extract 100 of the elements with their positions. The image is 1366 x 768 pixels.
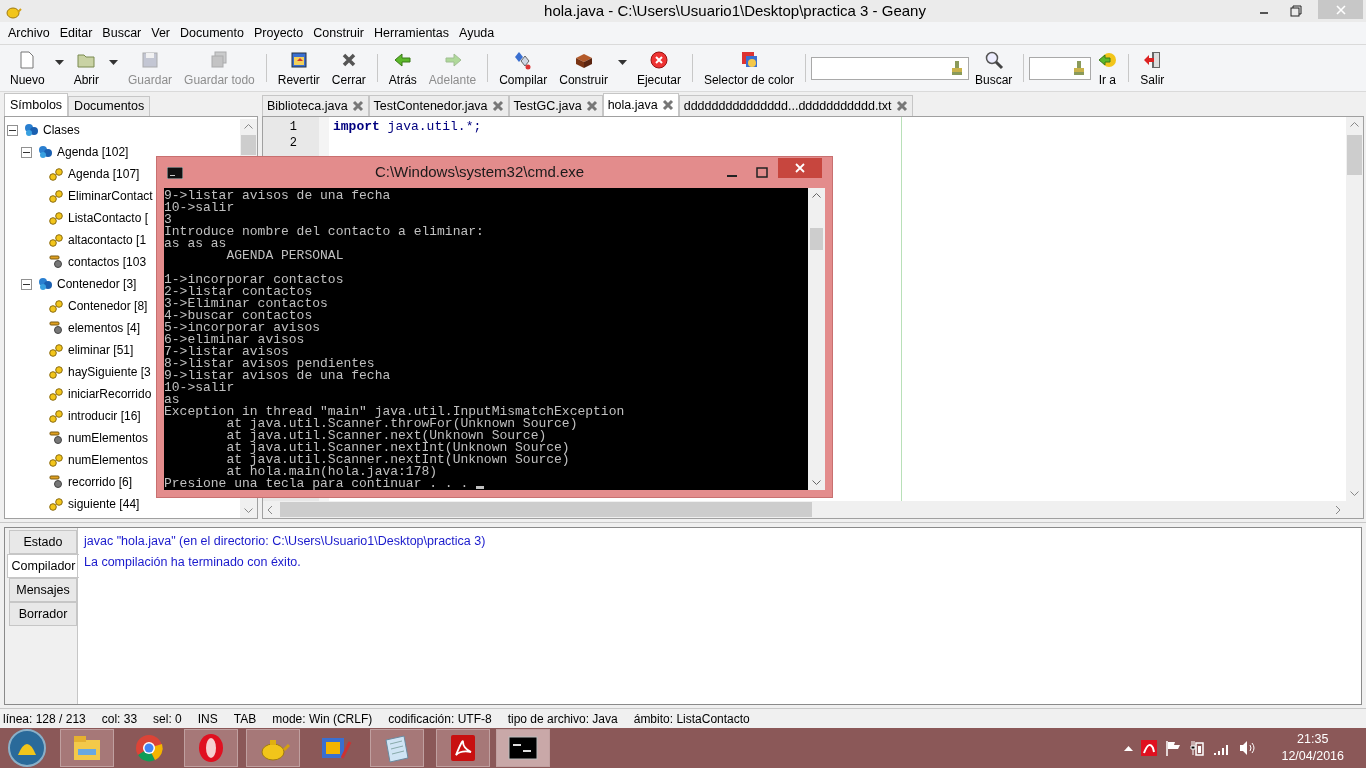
scrollbar-thumb[interactable]: [241, 135, 256, 155]
toolbar-button[interactable]: Selector de color: [697, 46, 800, 90]
umbrella-logo-icon[interactable]: [1141, 740, 1158, 756]
expander-icon[interactable]: [21, 146, 32, 158]
editor-tab[interactable]: TestContenedor.java: [368, 95, 509, 116]
scrollbar-thumb[interactable]: [1347, 135, 1362, 175]
sidebar-tab[interactable]: Documentos: [68, 96, 151, 116]
menu-item[interactable]: Editar: [54, 23, 98, 43]
tree-item[interactable]: Agenda [107]: [68, 165, 140, 183]
tree-item[interactable]: contactos [103: [68, 253, 147, 271]
panel-tab[interactable]: Estado: [9, 530, 77, 554]
speaker-icon[interactable]: [1239, 740, 1258, 756]
tree-item[interactable]: Contenedor [3]: [57, 275, 137, 293]
panel-tab[interactable]: Mensajes: [9, 578, 77, 602]
tree-item[interactable]: Agenda [102]: [57, 143, 129, 161]
toolbar-button[interactable]: Abrir: [67, 46, 106, 90]
status-item: mode: Win (CRLF): [272, 710, 373, 728]
tree-item[interactable]: Contenedor [8]: [68, 297, 148, 315]
tree-item[interactable]: elementos [4]: [68, 319, 141, 337]
caret-icon[interactable]: [617, 59, 627, 65]
close-icon[interactable]: [351, 100, 364, 112]
menu-item[interactable]: Herramientas: [369, 23, 455, 43]
toolbar-button[interactable]: Atrás: [382, 46, 423, 90]
tree-item[interactable]: eliminar [51]: [68, 341, 134, 359]
editor-tab[interactable]: hola.java: [602, 93, 679, 116]
toolbar-button[interactable]: Salir: [1134, 46, 1171, 90]
tree-item[interactable]: Clases: [43, 121, 80, 139]
menu-item[interactable]: Buscar: [97, 23, 147, 43]
text-cursor: [476, 486, 485, 489]
toolbar-button[interactable]: Buscar: [969, 46, 1019, 90]
menu-item[interactable]: Ayuda: [454, 23, 500, 43]
scroll-up-icon[interactable]: [244, 123, 253, 129]
battery-icon[interactable]: [1189, 740, 1206, 756]
scroll-down-icon[interactable]: [244, 508, 253, 514]
exit-door-icon: [1142, 49, 1163, 70]
floppy-disks-icon: [209, 49, 230, 70]
search-field[interactable]: [811, 56, 969, 80]
tree-item[interactable]: ListaContacto [: [68, 209, 149, 227]
status-item: ámbito: ListaContacto: [633, 710, 750, 728]
menu-item[interactable]: Proyecto: [248, 23, 309, 43]
caret-up-icon[interactable]: [1124, 745, 1134, 751]
caret-icon[interactable]: [109, 59, 119, 65]
toolbar-button[interactable]: Construir: [553, 46, 614, 90]
tree-item[interactable]: siguiente [44]: [68, 495, 140, 513]
taskbar-button[interactable]: [436, 729, 490, 767]
tree-item[interactable]: numElementos: [68, 451, 149, 469]
menu-item[interactable]: Construir: [308, 23, 369, 43]
caret-icon[interactable]: [54, 59, 64, 65]
method-icon: [49, 365, 64, 379]
scroll-up-icon[interactable]: [1350, 121, 1359, 127]
tree-item[interactable]: recorrido [6]: [68, 473, 133, 491]
scrollbar-thumb[interactable]: [280, 502, 812, 517]
tree-item[interactable]: introducir [16]: [68, 407, 141, 425]
close-icon[interactable]: [895, 100, 908, 112]
clock-date: 12/04/2016: [1281, 748, 1344, 765]
class-icon: [38, 145, 53, 159]
console-line: at java.util.Scanner.throwFor(Unknown Source): [226, 418, 578, 430]
stop-icon: [648, 49, 669, 70]
menu-item[interactable]: Archivo: [3, 23, 55, 43]
menu-item[interactable]: Documento: [175, 23, 249, 43]
console-line: 8->listar avisos pendientes: [164, 358, 375, 370]
tree-item[interactable]: iniciarRecorrido: [68, 385, 152, 403]
flag-icon[interactable]: [1165, 740, 1182, 756]
console-line: as as as: [164, 238, 227, 250]
close-icon: [1335, 4, 1346, 15]
tree-item[interactable]: altacontacto [1: [68, 231, 147, 249]
editor-tab[interactable]: ddddddddddddddd...ddddddddddd.txt: [678, 95, 913, 116]
restore-icon[interactable]: [1290, 5, 1302, 17]
close-icon[interactable]: [661, 99, 674, 111]
expander-icon[interactable]: [21, 278, 32, 290]
toolbar-button[interactable]: Ejecutar: [630, 46, 687, 90]
close-icon[interactable]: [491, 100, 504, 112]
scroll-up-icon[interactable]: [812, 192, 821, 198]
scrollbar-thumb[interactable]: [810, 228, 823, 250]
close-button[interactable]: [778, 157, 822, 178]
scroll-down-icon[interactable]: [812, 480, 821, 486]
maximize-icon[interactable]: [756, 166, 768, 179]
toolbar-button[interactable]: Cerrar: [325, 46, 372, 90]
panel-tab[interactable]: Compilador: [7, 554, 79, 578]
expander-icon[interactable]: [7, 124, 18, 136]
tree-item[interactable]: numElementos: [68, 429, 149, 447]
variable-icon: [49, 321, 64, 335]
toolbar-button[interactable]: Nuevo: [4, 46, 51, 90]
menu-item[interactable]: Ver: [146, 23, 175, 43]
tree-item[interactable]: haySiguiente [3: [68, 363, 151, 381]
search-field[interactable]: [1029, 56, 1092, 80]
status-item: INS: [197, 710, 218, 728]
start-button[interactable]: [8, 729, 46, 767]
editor-tab[interactable]: TestGC.java: [508, 95, 603, 116]
panel-tab[interactable]: Borrador: [9, 602, 77, 626]
toolbar-button[interactable]: Revertir: [271, 46, 326, 90]
toolbar-button[interactable]: Compilar: [493, 46, 554, 90]
scroll-down-icon[interactable]: [1350, 491, 1359, 497]
toolbar-button[interactable]: Ir a: [1091, 46, 1124, 90]
method-icon: [49, 387, 64, 401]
tree-item[interactable]: EliminarContact: [68, 187, 153, 205]
sidebar-tab[interactable]: Símbolos: [4, 93, 69, 116]
taskbar-button[interactable]: [496, 729, 550, 767]
close-icon[interactable]: [585, 100, 598, 112]
editor-tab[interactable]: Biblioteca.java: [262, 95, 369, 116]
